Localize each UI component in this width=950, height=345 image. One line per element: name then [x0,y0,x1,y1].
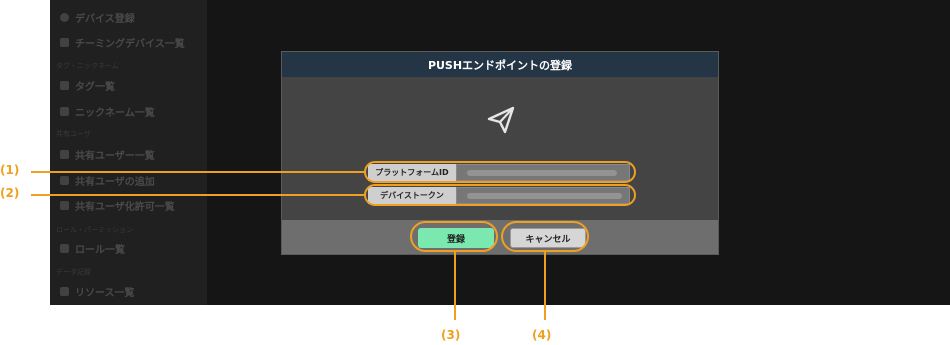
dialog-title: PUSHエンドポイントの登録 [282,52,718,77]
sidebar-section-shared-users: 共有ユーザ [56,130,91,138]
sidebar-item-label: 共有ユーザー一覧 [75,150,155,162]
callout-line-2 [31,194,365,196]
callout-line-4 [544,252,546,320]
sidebar-item-roles[interactable]: ロール一覧 [60,240,125,256]
sidebar-item-label: ロール一覧 [75,244,125,256]
sidebar-item-label: リソース一覧 [75,287,135,299]
sidebar-item-nicknames[interactable]: ニックネーム一覧 [60,103,155,119]
sidebar-item-device-register[interactable]: デバイス登録 [60,9,135,25]
user-icon [60,149,69,159]
sidebar-item-add-shared-user[interactable]: 共有ユーザの追加 [60,172,155,188]
sidebar: デバイス登録 チーミングデバイス一覧 タグ・ニックネーム タグ一覧 ニックネーム… [50,0,207,305]
sidebar-item-tags[interactable]: タグ一覧 [60,77,115,93]
user-plus-icon [60,175,69,185]
callout-oval-4 [501,221,589,252]
database-icon [60,286,69,296]
sidebar-item-label: 共有ユーザの追加 [75,176,155,188]
callout-oval-3 [410,221,498,252]
callout-line-1 [31,171,365,173]
devices-icon [60,37,69,47]
users-icon [60,243,69,253]
sidebar-section-data: データ記録 [56,268,91,276]
unlock-icon [60,200,69,210]
sidebar-item-label: チーミングデバイス一覧 [75,38,185,50]
sidebar-item-label: タグ一覧 [75,81,115,93]
sidebar-item-resources[interactable]: リソース一覧 [60,283,135,299]
sidebar-item-teaming-devices[interactable]: チーミングデバイス一覧 [60,34,185,50]
dialog-footer [282,220,718,254]
callout-label-3: (3) [441,328,461,342]
sidebar-item-label: 共有ユーザ化許可一覧 [75,201,175,213]
sidebar-section-roles: ロール・パーミッション [56,226,133,234]
callout-label-2: (2) [0,186,20,200]
sidebar-item-label: デバイス登録 [75,13,135,25]
callout-label-4: (4) [532,328,552,342]
push-endpoint-dialog: PUSHエンドポイントの登録 プラットフォームID デバイストークン 登録 キャ… [281,51,719,255]
callout-oval-2 [364,184,636,206]
sidebar-item-shared-users[interactable]: 共有ユーザー一覧 [60,146,155,162]
pencil-icon [60,106,69,116]
callout-label-1: (1) [0,163,20,177]
callout-oval-1 [364,161,636,183]
sidebar-section-tags: タグ・ニックネーム [56,62,119,70]
sidebar-item-label: ニックネーム一覧 [75,107,155,119]
plus-circle-icon [60,12,69,22]
tag-icon [60,80,69,90]
callout-line-3 [454,252,456,320]
sidebar-item-shared-permissions[interactable]: 共有ユーザ化許可一覧 [60,197,175,213]
paper-plane-icon [487,106,515,134]
